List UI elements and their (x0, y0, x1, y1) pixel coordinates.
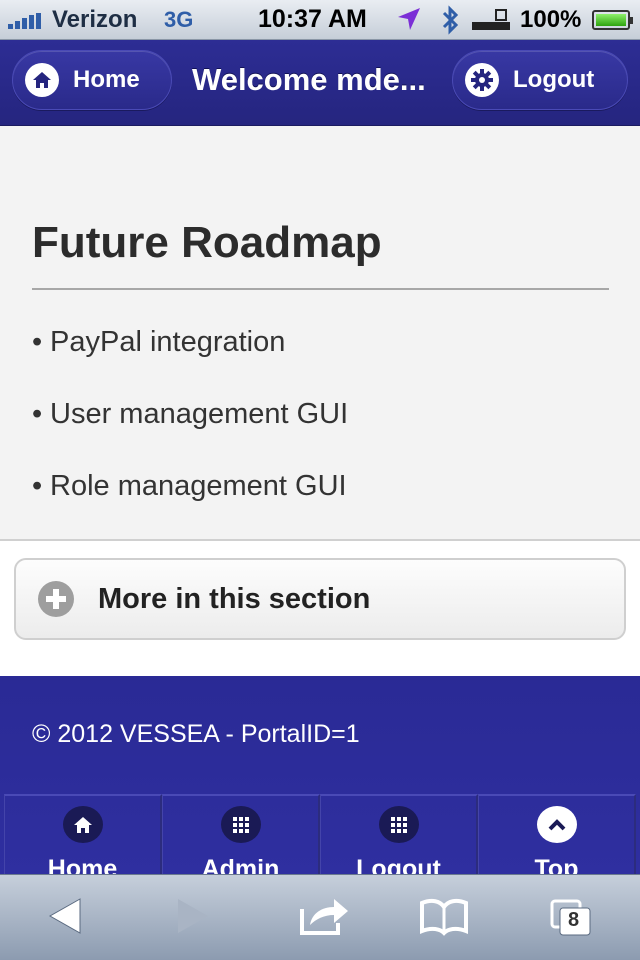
status-time: 10:37 AM (258, 5, 367, 33)
more-in-section-button[interactable]: More in this section (14, 558, 626, 640)
copyright-text: © 2012 VESSEA - PortalID=1 (32, 720, 360, 748)
share-icon[interactable] (298, 893, 352, 939)
home-icon (62, 806, 103, 843)
page-header: Home Welcome mde... Logout (0, 40, 640, 126)
home-icon (25, 63, 59, 97)
battery-percent: 100% (520, 6, 582, 33)
bookmarks-icon[interactable] (418, 893, 470, 939)
footer-nav-top[interactable]: Top (478, 794, 636, 884)
footer-nav-admin[interactable]: Admin (162, 794, 320, 884)
list-item: • Role management GUI (32, 470, 347, 502)
browser-toolbar: 8 (0, 874, 640, 960)
network-type: 3G (164, 7, 194, 32)
gear-icon (465, 63, 499, 97)
battery-icon (592, 10, 633, 30)
page-title: Welcome mde... (192, 62, 426, 97)
logout-button[interactable]: Logout (452, 50, 628, 110)
orientation-lock-icon (472, 9, 510, 30)
forward-arrow-icon[interactable] (174, 893, 214, 939)
home-button[interactable]: Home (12, 50, 172, 110)
more-in-section-label: More in this section (98, 582, 371, 615)
status-bar: Verizon 3G 10:37 AM 100% (0, 0, 640, 40)
tabs-button[interactable]: 8 (550, 899, 592, 937)
back-arrow-icon[interactable] (44, 893, 84, 939)
section-heading: Future Roadmap (32, 218, 382, 267)
roadmap-list: • PayPal integration • User management GUI… (32, 326, 348, 542)
list-item: • User management GUI (32, 398, 349, 430)
location-arrow-icon (398, 8, 420, 30)
page-footer: © 2012 VESSEA - PortalID=1 Home Admin Lo… (0, 676, 640, 884)
list-item: • PayPal integration (32, 326, 286, 358)
footer-nav-logout[interactable]: Logout (320, 794, 478, 884)
logout-button-label: Logout (513, 66, 595, 93)
grid-icon (378, 806, 419, 843)
chevron-up-icon (536, 806, 577, 843)
grid-icon (220, 806, 261, 843)
main-content: Future Roadmap • PayPal integration • User… (0, 126, 640, 541)
tab-count: 8 (568, 909, 580, 931)
footer-nav: Home Admin Logout Top (4, 794, 636, 884)
bluetooth-icon (442, 5, 459, 35)
carrier-name: Verizon (52, 6, 138, 33)
home-button-label: Home (73, 66, 140, 93)
plus-circle-icon (38, 581, 74, 617)
footer-nav-home[interactable]: Home (4, 794, 162, 884)
heading-divider (32, 288, 609, 290)
